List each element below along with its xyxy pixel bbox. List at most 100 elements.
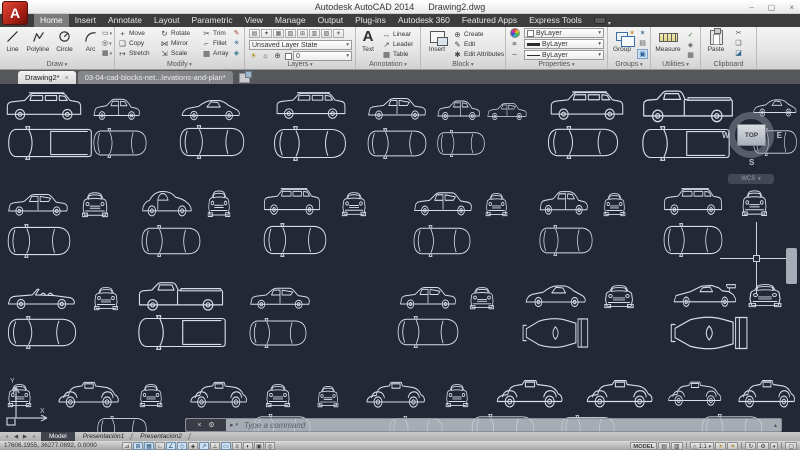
- ribbon-tab-view[interactable]: View: [239, 14, 269, 27]
- insert-block-button[interactable]: Insert: [424, 29, 450, 53]
- circle-tool-button[interactable]: Circle: [53, 29, 76, 53]
- car-block-classic[interactable]: [666, 378, 724, 408]
- car-block-front[interactable]: [80, 190, 110, 218]
- leader-tool[interactable]: Leader: [382, 40, 413, 50]
- quick-view-drawings-button[interactable]: [670, 441, 683, 450]
- ortho-mode-toggle[interactable]: ∟: [155, 441, 165, 450]
- measure-button[interactable]: Measure: [654, 29, 682, 53]
- lineweight-dropdown[interactable]: ByLayer: [524, 39, 604, 49]
- viewcube[interactable]: W E S TOP: [722, 108, 784, 174]
- car-block-sedan[interactable]: [6, 190, 70, 218]
- car-block-front[interactable]: [206, 188, 232, 218]
- maximize-button[interactable]: [768, 3, 776, 12]
- close-button[interactable]: [789, 3, 794, 12]
- viewcube-south[interactable]: S: [749, 158, 754, 167]
- quick-properties-toggle[interactable]: ▣: [254, 441, 264, 450]
- car-block-pickup[interactable]: [640, 87, 736, 125]
- group-button[interactable]: Group: [610, 26, 635, 53]
- close-tab-icon[interactable]: [65, 73, 69, 82]
- layer-tool-icon-7[interactable]: ☀: [333, 29, 344, 38]
- dynamic-input-toggle[interactable]: ▭: [221, 441, 231, 450]
- car-block-classic[interactable]: [736, 376, 798, 410]
- color-wheel-icon[interactable]: [510, 28, 520, 38]
- ungroup-tool[interactable]: ✶: [637, 29, 648, 39]
- car-block-sedan[interactable]: [486, 100, 528, 122]
- car-block-front[interactable]: [468, 285, 496, 310]
- car-block-car-top[interactable]: [178, 125, 246, 159]
- car-block-car-top[interactable]: [662, 223, 724, 257]
- layer-tool-icon-0[interactable]: ▤: [249, 29, 260, 38]
- paste-button[interactable]: Paste: [704, 28, 728, 53]
- car-block-car-top[interactable]: [412, 225, 472, 257]
- annotation-panel-label[interactable]: Annotation: [356, 60, 420, 69]
- ribbon-tab-annotate[interactable]: Annotate: [102, 14, 148, 27]
- car-block-suv[interactable]: [262, 186, 322, 217]
- car-block-convertible[interactable]: [6, 283, 78, 311]
- car-block-front[interactable]: [316, 384, 340, 408]
- ribbon-tab-autodesk-360[interactable]: Autodesk 360: [392, 14, 456, 27]
- linear-dimension-tool[interactable]: Linear: [382, 30, 411, 40]
- car-block-suv[interactable]: [548, 89, 626, 122]
- linetype-dropdown[interactable]: ByLayer: [524, 50, 604, 60]
- viewcube-east[interactable]: E: [777, 131, 782, 140]
- rectangle-tool-button[interactable]: ▭: [102, 29, 112, 39]
- viewcube-west[interactable]: W: [722, 131, 730, 140]
- lineweight-icon[interactable]: ≡: [510, 39, 519, 48]
- copy-clip-tool[interactable]: ❏: [733, 39, 744, 49]
- ribbon-tab-featured-apps[interactable]: Featured Apps: [456, 14, 523, 27]
- edit-block-tool[interactable]: Edit: [453, 40, 475, 50]
- annotation-scale-button[interactable]: 1:1: [689, 441, 714, 450]
- previous-layout-button[interactable]: [12, 434, 20, 440]
- car-block-sports[interactable]: [524, 281, 588, 309]
- car-block-car-top[interactable]: [272, 126, 348, 161]
- scale-tool[interactable]: Scale: [160, 49, 187, 59]
- id-point-tool[interactable]: ◈: [685, 41, 696, 51]
- infer-constraints-toggle[interactable]: ⊿: [122, 441, 132, 450]
- workspace-switching-button[interactable]: [757, 441, 769, 450]
- clean-screen-button[interactable]: [785, 441, 797, 450]
- car-block-car-top[interactable]: [262, 223, 328, 257]
- wcs-menu[interactable]: WCS: [728, 174, 774, 184]
- file-tab-cad-blocks[interactable]: 03-04-cad-blocks-net...levations-and-pla…: [77, 71, 233, 84]
- object-color-dropdown[interactable]: ByLayer: [524, 28, 604, 38]
- ribbon-tab-home[interactable]: Home: [34, 14, 69, 27]
- create-block-tool[interactable]: Create: [453, 30, 484, 40]
- ribbon-tab-output[interactable]: Output: [312, 14, 350, 27]
- car-block-car-top[interactable]: [92, 128, 148, 158]
- properties-panel-label[interactable]: Properties: [506, 60, 607, 69]
- polyline-tool-button[interactable]: Polyline: [24, 29, 52, 53]
- grid-display-toggle[interactable]: ▦: [144, 441, 154, 450]
- close-command-icon[interactable]: [197, 422, 201, 429]
- table-tool[interactable]: Table: [382, 50, 409, 60]
- car-block-car-top[interactable]: [436, 130, 486, 157]
- layout-tab-presentaci-n2[interactable]: Presentación2: [132, 432, 190, 441]
- car-block-front[interactable]: [484, 191, 509, 217]
- mirror-tool[interactable]: Mirror: [160, 39, 188, 49]
- car-block-car-top[interactable]: [366, 128, 428, 159]
- car-block-suv[interactable]: [662, 186, 724, 217]
- erase-tool[interactable]: ✎: [231, 29, 242, 39]
- car-block-classic[interactable]: [584, 376, 656, 410]
- car-block-classic[interactable]: [364, 378, 428, 410]
- car-block-race-top[interactable]: [522, 314, 592, 352]
- block-panel-label[interactable]: Block: [421, 60, 505, 69]
- car-block-pickup-top[interactable]: [640, 126, 732, 161]
- layer-tool-icon-4[interactable]: ⊞: [297, 29, 308, 38]
- edit-attributes-tool[interactable]: Edit Attributes: [453, 50, 504, 60]
- car-block-front[interactable]: [740, 188, 769, 217]
- layout-tab-presentaci-n1[interactable]: Presentación1: [75, 432, 133, 441]
- car-block-sedan[interactable]: [248, 284, 312, 311]
- modify-panel-label[interactable]: Modify: [115, 60, 244, 69]
- vertical-scrollbar-thumb[interactable]: [786, 248, 797, 284]
- car-block-hatch[interactable]: [538, 188, 590, 217]
- car-block-hatch[interactable]: [436, 98, 482, 122]
- car-block-car-top[interactable]: [96, 416, 148, 432]
- car-block-front[interactable]: [138, 382, 164, 408]
- car-block-race[interactable]: [672, 280, 738, 308]
- car-block-classic[interactable]: [188, 378, 250, 410]
- first-layout-button[interactable]: [3, 434, 11, 440]
- next-layout-button[interactable]: [21, 434, 29, 440]
- quick-select-tool[interactable]: ✓: [685, 31, 696, 41]
- copy-tool[interactable]: Copy: [118, 39, 144, 49]
- car-block-sports[interactable]: [180, 96, 242, 122]
